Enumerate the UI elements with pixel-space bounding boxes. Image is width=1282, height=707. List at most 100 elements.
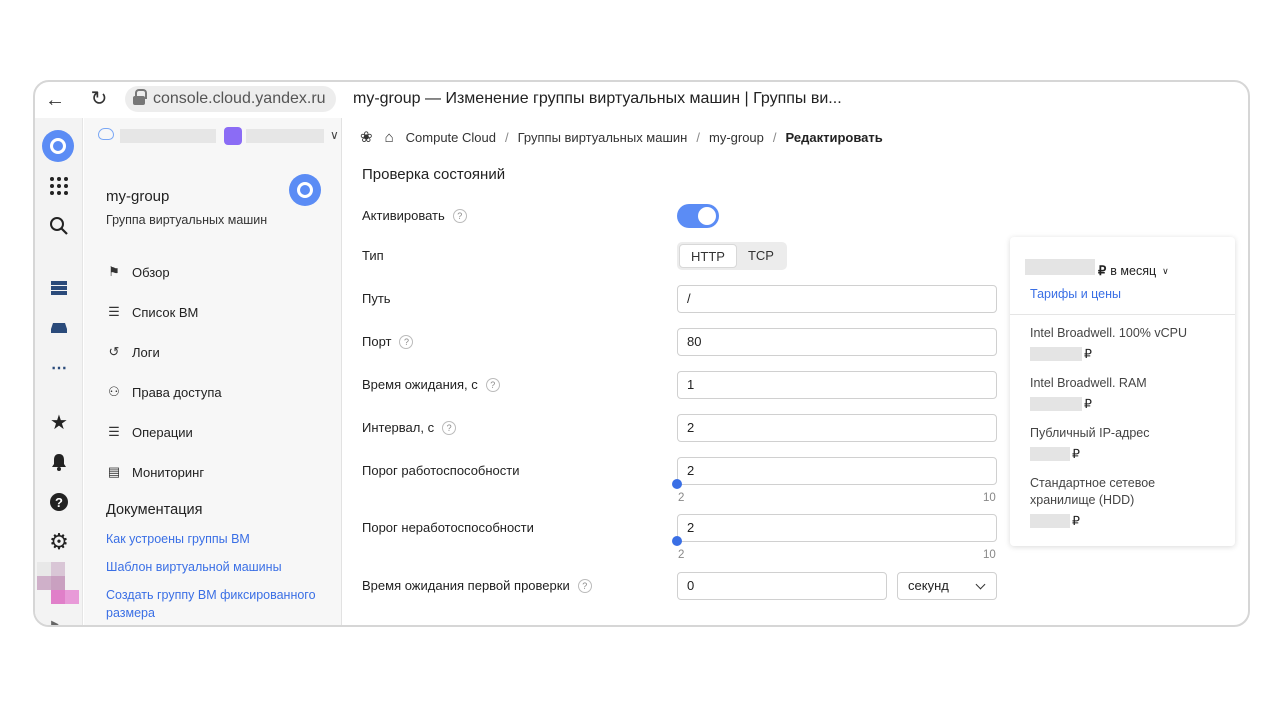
sidebar-item-label: Список ВМ [132, 304, 199, 320]
breadcrumb-current: Редактировать [785, 129, 883, 145]
type-segmented-control: HTTP TCP [677, 242, 787, 270]
docs-section: Документация Как устроены группы ВМ Шабл… [106, 502, 326, 625]
notifications-bell-icon[interactable] [45, 448, 73, 476]
total-price-redacted [1025, 259, 1095, 275]
breadcrumb: ❀ ⌂ Compute Cloud / Группы виртуальных м… [360, 128, 883, 147]
server-list-icon: ☰ [108, 304, 120, 319]
service-gear-icon[interactable] [289, 174, 321, 206]
unhealthy-slider-handle[interactable] [672, 536, 682, 546]
healthy-max: 10 [983, 492, 996, 504]
sidebar-item-overview[interactable]: ⚑ Обзор [106, 252, 222, 292]
type-option-tcp[interactable]: TCP [737, 244, 785, 268]
unhealthy-threshold-label: Порог неработоспособности [362, 520, 534, 535]
first-check-unit-select[interactable]: секунд [897, 572, 997, 600]
healthy-threshold-label: Порог работоспособности [362, 463, 520, 478]
healthy-slider-handle[interactable] [672, 479, 682, 489]
port-label: Порт? [362, 334, 414, 349]
interval-input[interactable]: 2 [677, 414, 997, 442]
price-row-vcpu: Intel Broadwell. 100% vCPU ₽ [1030, 326, 1188, 361]
browser-toolbar: ← ↻ console.cloud.yandex.ru my-group — И… [35, 82, 1248, 118]
sidebar-item-label: Операции [132, 424, 193, 440]
chart-icon: ▤ [107, 464, 121, 479]
unhealthy-threshold-input[interactable]: 2 [677, 514, 997, 542]
sidebar-item-vm-list[interactable]: ☰ Список ВМ [106, 292, 222, 332]
storage-icon[interactable] [45, 314, 73, 342]
price-row-ram: Intel Broadwell. RAM ₽ [1030, 376, 1147, 411]
help-hint-icon[interactable]: ? [399, 334, 414, 349]
path-label: Путь [362, 291, 391, 306]
sidebar-item-label: Логи [132, 344, 160, 360]
url-text: console.cloud.yandex.ru [153, 90, 326, 107]
search-icon[interactable] [45, 212, 73, 240]
flag-icon: ⚑ [108, 264, 120, 279]
breadcrumb-item[interactable]: Compute Cloud [406, 130, 496, 145]
more-services-icon[interactable]: ⋯ [45, 354, 73, 382]
folder-icon [224, 127, 242, 145]
folder-name-redacted [246, 129, 324, 143]
sidebar-item-operations[interactable]: ☰ Операции [106, 412, 222, 452]
sidebar-item-label: Права доступа [132, 384, 222, 400]
docs-link[interactable]: Создать группу ВМ фиксированного размера [106, 586, 326, 622]
type-option-http[interactable]: HTTP [679, 244, 737, 268]
history-icon: ↺ [108, 344, 120, 359]
activate-label: Активировать? [362, 208, 467, 223]
price-period[interactable]: ₽ в месяц ∨ [1098, 263, 1169, 279]
favorites-star-icon[interactable]: ★ [45, 408, 73, 436]
chevron-down-icon: ∨ [1162, 265, 1169, 276]
sidebar-item-access[interactable]: ⚇ Права доступа [106, 372, 222, 412]
resource-type: Группа виртуальных машин [106, 213, 268, 227]
yandex-cloud-logo-icon[interactable] [42, 130, 74, 162]
port-input[interactable]: 80 [677, 328, 997, 356]
docs-link[interactable]: Как устроены группы ВМ [106, 530, 326, 548]
checklist-icon: ☰ [108, 424, 120, 439]
resource-title: my-group [106, 188, 170, 205]
price-row-ip: Публичный IP-адрес ₽ [1030, 426, 1150, 461]
path-input[interactable]: / [677, 285, 997, 313]
compute-icon[interactable] [45, 274, 73, 302]
page-title: my-group — Изменение группы виртуальных … [353, 90, 842, 107]
help-icon[interactable]: ? [45, 488, 73, 516]
breadcrumb-item[interactable]: Группы виртуальных машин [518, 130, 688, 145]
docs-link[interactable]: Шаблон виртуальной машины [106, 558, 326, 576]
user-avatar[interactable] [37, 562, 51, 576]
healthy-threshold-input[interactable]: 2 [677, 457, 997, 485]
expand-rail-icon[interactable]: ▶ [45, 610, 65, 626]
breadcrumb-item[interactable]: my-group [709, 130, 764, 145]
docs-title: Документация [106, 502, 203, 518]
price-panel: ₽ в месяц ∨ Тарифы и цены Intel Broadwel… [1010, 237, 1235, 546]
lock-icon [133, 89, 147, 105]
reload-icon[interactable]: ↻ [87, 87, 111, 111]
service-hub-icon[interactable]: ❀ [360, 128, 373, 146]
help-hint-icon[interactable]: ? [452, 208, 467, 223]
activate-toggle[interactable] [677, 204, 719, 228]
tariffs-link[interactable]: Тарифы и цены [1030, 287, 1121, 301]
first-check-label: Время ожидания первой проверки? [362, 578, 592, 593]
sidebar-nav: ⚑ Обзор ☰ Список ВМ ↺ Логи ⚇ Права досту… [106, 252, 222, 492]
chevron-down-icon[interactable]: ∨ [330, 128, 339, 142]
people-icon: ⚇ [108, 384, 120, 399]
interval-label: Интервал, с? [362, 420, 457, 435]
settings-gear-icon[interactable]: ⚙ [45, 528, 73, 556]
global-nav-rail: ⋯ ★ ? ⚙ ▶ [35, 118, 83, 625]
home-icon[interactable]: ⌂ [385, 129, 394, 146]
back-arrow-icon[interactable]: ← [43, 88, 67, 112]
services-grid-icon[interactable] [45, 172, 73, 200]
sidebar-item-label: Обзор [132, 264, 170, 280]
section-title: Проверка состояний [362, 166, 506, 183]
timeout-input[interactable]: 1 [677, 371, 997, 399]
browser-window: ← ↻ console.cloud.yandex.ru my-group — И… [33, 80, 1250, 627]
unhealthy-max: 10 [983, 549, 996, 561]
unhealthy-min: 2 [678, 549, 685, 561]
first-check-input[interactable]: 0 [677, 572, 887, 600]
cloud-name-redacted [120, 129, 216, 143]
healthy-min: 2 [678, 492, 685, 504]
address-bar[interactable]: console.cloud.yandex.ru [125, 86, 336, 112]
sidebar-item-monitoring[interactable]: ▤ Мониторинг [106, 452, 222, 492]
help-hint-icon[interactable]: ? [442, 420, 457, 435]
help-hint-icon[interactable]: ? [485, 377, 500, 392]
help-hint-icon[interactable]: ? [577, 578, 592, 593]
sidebar-header: my-group Группа виртуальных машин [106, 188, 267, 227]
sidebar-item-label: Мониторинг [132, 464, 205, 480]
sidebar-item-logs[interactable]: ↺ Логи [106, 332, 222, 372]
price-row-hdd: Стандартное сетевое хранилище (HDD) ₽ [1030, 476, 1156, 528]
